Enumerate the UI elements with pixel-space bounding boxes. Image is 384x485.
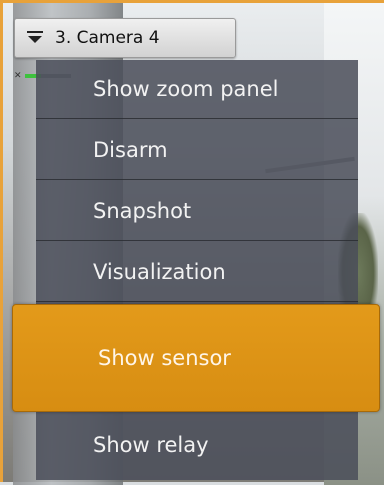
menu-item-label: Show relay — [93, 432, 209, 457]
menu-item-disarm[interactable]: Disarm — [36, 121, 358, 180]
menu-item-label: Show zoom panel — [93, 77, 279, 101]
camera-title-button[interactable]: 3. Camera 4 — [14, 18, 236, 58]
signal-icon: ✕ — [14, 71, 22, 81]
menu-item-show-zoom-panel[interactable]: Show zoom panel — [36, 60, 358, 119]
context-menu: Show zoom panel Disarm Snapshot Visualiz… — [12, 60, 380, 480]
dropdown-menu-icon — [27, 31, 43, 45]
menu-item-label: Snapshot — [93, 199, 192, 223]
menu-item-show-relay[interactable]: Show relay — [36, 415, 358, 474]
menu-item-show-sensor[interactable]: Show sensor — [12, 304, 380, 412]
menu-item-visualization[interactable]: Visualization — [36, 243, 358, 302]
camera-title-label: 3. Camera 4 — [55, 28, 160, 48]
menu-item-snapshot[interactable]: Snapshot — [36, 182, 358, 241]
menu-item-label: Show sensor — [98, 346, 231, 370]
menu-item-label: Disarm — [93, 138, 168, 162]
menu-item-label: Visualization — [93, 260, 226, 284]
